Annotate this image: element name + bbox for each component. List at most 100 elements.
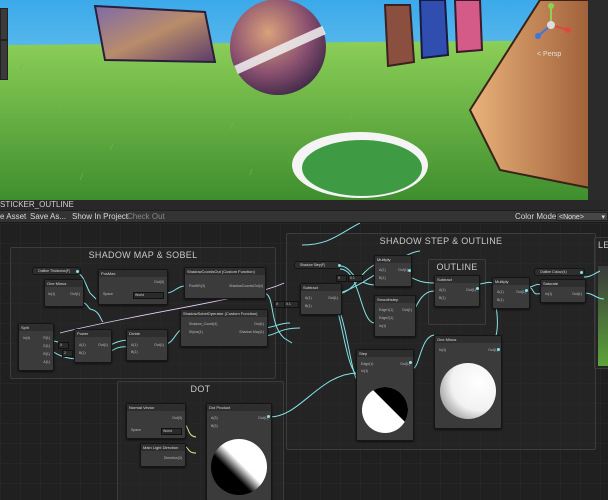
port-dot[interactable] [525,289,528,292]
port-dot[interactable] [497,348,500,351]
port-dot[interactable] [580,271,583,274]
shader-graph-canvas[interactable]: SHADOW MAP & SOBEL SHADOW STEP & OUTLINE… [0,223,608,500]
port-a[interactable]: A(1) [439,288,446,293]
port-b[interactable]: B(1) [379,276,386,281]
port-in[interactable]: In(4) [23,336,30,341]
port-dot[interactable] [76,270,79,273]
port-out[interactable]: Direction(3) [164,456,182,461]
port-b[interactable]: B(1) [131,350,138,355]
port-edge1[interactable]: Edge1(1) [379,308,393,313]
space-value: World [163,429,173,433]
node-saturate[interactable]: Saturate In(1) Out(1) [540,279,586,303]
node-shadow-coords-out[interactable]: ShadowCoordsOut (Custom Function) PosWS(… [184,267,266,299]
port-g[interactable]: G(1) [43,344,50,349]
inline-subtract-b[interactable]: 0.1 [284,301,299,308]
port-in[interactable]: In(1) [545,292,552,297]
port-out[interactable]: Out(1) [328,296,338,301]
property-shadow-step[interactable]: Shadow Step(F) [294,261,341,269]
node-title: Divide [127,330,167,337]
inline-x-label[interactable]: X [58,342,69,349]
port-out[interactable]: Out(3) [154,280,164,285]
port-out[interactable]: Out(1) [154,343,164,348]
node-main-light-direction[interactable]: Main Light Direction Direction(3) [140,443,186,467]
node-multiply-outline[interactable]: Multiply A(1) B(1) Out(1) [492,277,530,309]
color-mode-dropdown[interactable]: <None> ▾ [556,212,608,221]
port-out[interactable]: Out(1) [572,292,582,297]
port-a[interactable]: A(1) [305,296,312,301]
node-normal-vector[interactable]: Normal Vector Out(3) Space World [126,403,186,439]
port-out[interactable]: Out(1) [98,343,108,348]
port-out[interactable]: Out(3) [172,416,182,421]
port-a[interactable]: A(1) [379,268,386,273]
graph-tab-title[interactable]: STICKER_OUTLINE [0,200,74,210]
port-b[interactable]: B(1) [43,352,50,357]
port-in-stylus[interactable]: Stylus(1) [189,330,203,335]
port-out-shadow-map[interactable]: Shadow Map(1) [239,330,264,335]
node-subtract-outline[interactable]: Subtract A(1) B(1) Out(1) [434,275,480,307]
port-in[interactable]: In(1) [48,292,55,297]
scene-view[interactable]: < Persp [0,0,608,200]
port-b[interactable]: B(1) [79,351,86,356]
chevron-down-icon: ▾ [601,214,605,221]
port-edge2[interactable]: Edge2(1) [379,316,393,321]
port-b[interactable]: B(3) [211,424,218,429]
port-in[interactable]: PosWS(3) [189,284,205,289]
port-in[interactable]: In(1) [439,348,446,353]
port-out[interactable]: Out(1) [466,288,476,293]
space-dropdown[interactable]: World [133,292,164,299]
port-a[interactable]: A(1) [79,343,86,348]
check-out-button[interactable]: Check Out [127,211,165,222]
scene-toolbar-bottom[interactable] [0,40,8,80]
port-in[interactable]: In(1) [361,369,368,374]
port-a[interactable]: A(1) [131,343,138,348]
save-as-button[interactable]: Save As... [30,211,66,222]
port-b[interactable]: B(1) [497,298,504,303]
port-out[interactable]: Out(1) [398,268,408,273]
node-shadow-sobel-operator[interactable]: ShadowSobelOperator (Custom Function) Sh… [180,309,268,347]
property-outline-colour[interactable]: Outline Colour(4) [534,268,585,276]
port-b[interactable]: B(1) [439,296,446,301]
port-a[interactable]: A(1) [497,290,504,295]
node-subtract[interactable]: Subtract A(1) B(1) Out(1) [300,283,342,315]
node-split[interactable]: Split In(4) R(1) G(1) B(1) A(1) [18,323,54,371]
port-out[interactable]: ShadowCoordsOut(4) [229,284,263,289]
show-in-project-button[interactable]: Show In Project [72,211,128,222]
port-a[interactable]: A(1) [43,360,50,365]
node-title: Saturate [541,280,585,287]
node-title: Main Light Direction [141,444,185,451]
node-smoothstep[interactable]: Smoothstep Edge1(1) Edge2(1) In(1) Out(1… [374,295,416,337]
port-out[interactable]: Out(1) [254,322,264,327]
port-dot[interactable] [338,264,341,267]
node-dot-product[interactable]: Dot Product A(3) B(3) Out(1) [206,403,272,500]
node-divide[interactable]: Divide A(1) B(1) Out(1) [126,329,168,361]
inline-multiply-b[interactable]: 0.1 [348,275,363,282]
space-value: World [135,293,145,297]
port-edge[interactable]: Edge(1) [361,362,373,367]
projection-label[interactable]: < Persp [537,51,561,58]
node-power[interactable]: Power A(1) B(1) Out(1) [74,329,112,363]
port-a[interactable]: A(3) [211,416,218,421]
port-dot[interactable] [409,361,412,364]
node-one-minus[interactable]: One Minus In(1) Out(1) [44,279,84,307]
orientation-gizmo[interactable] [528,2,574,48]
scene-toolbar-top[interactable] [0,8,8,40]
inline-power-b[interactable]: 2 [62,350,73,357]
port-dot[interactable] [267,415,270,418]
inline-x-label[interactable]: X [336,275,347,282]
node-one-minus-preview[interactable]: One Minus In(1) Out(1) [434,335,502,429]
node-multiply[interactable]: Multiply A(1) B(1) Out(1) [374,255,412,287]
space-dropdown[interactable]: World [161,428,182,435]
property-outline-thickness[interactable]: Outline Thickness(F) [32,267,81,275]
node-title: One Minus [45,280,83,287]
port-in[interactable]: In(1) [379,324,386,329]
port-r[interactable]: R(1) [43,336,50,341]
port-b[interactable]: B(1) [305,304,312,309]
port-dot[interactable] [476,287,479,290]
save-asset-button[interactable]: e Asset [0,211,26,222]
node-position[interactable]: PosMax Out(3) Space World [98,269,168,305]
node-step[interactable]: Step Edge(1) In(1) Out(1) [356,349,414,441]
port-out[interactable]: Out(1) [70,292,80,297]
port-dot[interactable] [408,269,411,272]
port-out[interactable]: Out(1) [402,308,412,313]
port-in-shadow-coord[interactable]: Shadow_Coord(4) [189,322,217,327]
